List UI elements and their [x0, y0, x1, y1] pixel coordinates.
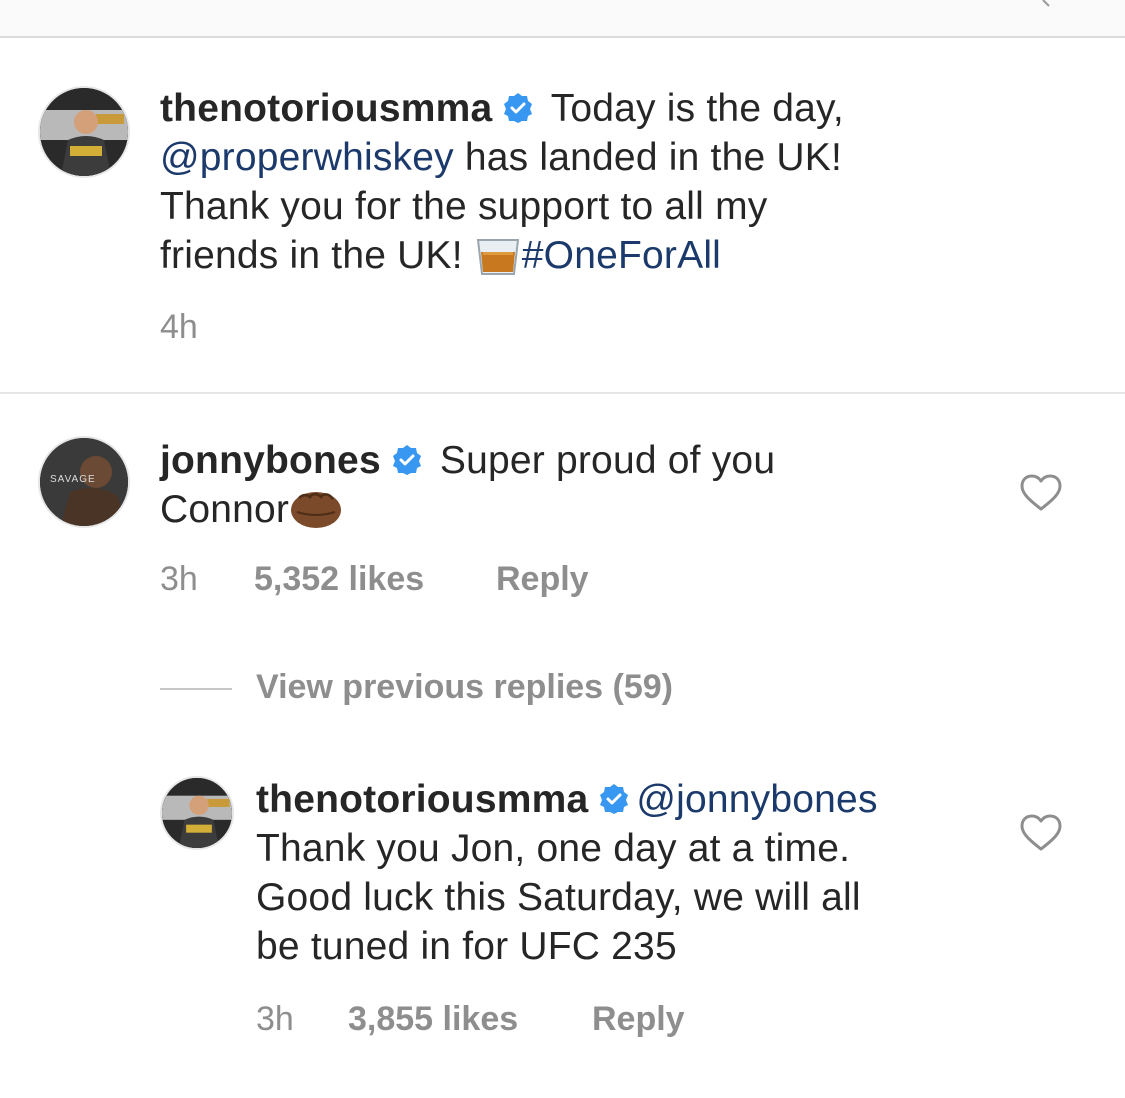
divider	[0, 392, 1125, 394]
reply-mention-link[interactable]: @jonnybones	[636, 778, 877, 821]
like-heart-icon[interactable]	[1020, 474, 1062, 512]
like-heart-icon[interactable]	[1020, 814, 1062, 852]
caption-text-line4: friends in the UK!	[160, 234, 474, 277]
view-previous-replies-label: View previous replies (59)	[256, 668, 673, 706]
avatar-thenotoriousmma[interactable]	[38, 86, 130, 178]
verified-badge-icon	[600, 784, 629, 814]
reply-text-line3: Good luck this Saturday, we will all	[256, 876, 861, 919]
comment-text: jonnybones Super proud of you Connor	[160, 436, 940, 534]
avatar-overlay-text: SAVAGE	[50, 474, 96, 485]
avatar-photo-icon	[40, 88, 128, 176]
reply-text-line4: be tuned in for UFC 235	[256, 925, 677, 968]
hashtag-link[interactable]: #OneForAll	[522, 234, 721, 277]
comment-text-line2: Connor	[160, 488, 290, 531]
caption-text-part2: has landed in the UK!	[453, 136, 842, 179]
reply-reply-button[interactable]: Reply	[592, 1000, 685, 1039]
whiskey-glass-icon	[476, 239, 519, 275]
reply-timestamp: 3h	[256, 1000, 294, 1038]
avatar-thenotoriousmma-reply[interactable]	[160, 776, 234, 850]
avatar-jonnybones[interactable]: SAVAGE	[38, 436, 130, 528]
caption-meta: 4h	[160, 308, 198, 347]
comment-username[interactable]: jonnybones	[160, 439, 381, 482]
verified-badge-icon	[504, 93, 533, 123]
reply-likes-count[interactable]: 3,855 likes	[348, 1000, 592, 1039]
comment-likes-count[interactable]: 5,352 likes	[254, 560, 496, 599]
reply-username[interactable]: thenotoriousmma	[256, 778, 588, 821]
comment-text-line1: Super proud of you	[428, 439, 776, 482]
comment-timestamp: 3h	[160, 560, 198, 598]
caption-text-line3: Thank you for the support to all my	[160, 185, 768, 228]
verified-badge-icon	[392, 445, 421, 475]
caption-text: thenotoriousmma Today is the day, @prope…	[160, 84, 1060, 280]
caption-username[interactable]: thenotoriousmma	[160, 87, 492, 130]
chevron-icon	[1042, 0, 1050, 7]
replies-line	[160, 688, 232, 690]
fist-bump-icon	[291, 492, 342, 528]
view-previous-replies-button[interactable]: View previous replies (59)	[256, 668, 673, 707]
reply-meta: 3h 3,855 likes Reply	[256, 1000, 685, 1039]
caption-text-part1: Today is the day,	[540, 87, 844, 130]
caption-timestamp: 4h	[160, 308, 198, 346]
top-bar	[0, 0, 1125, 38]
reply-text: thenotoriousmma @jonnybones Thank you Jon…	[256, 775, 976, 971]
caption-mention-link[interactable]: @properwhiskey	[160, 136, 454, 179]
reply-text-line2: Thank you Jon, one day at a time.	[256, 827, 851, 870]
comment-meta: 3h 5,352 likes Reply	[160, 560, 589, 599]
avatar-photo-icon	[162, 778, 232, 848]
comment-reply-button[interactable]: Reply	[496, 560, 589, 599]
